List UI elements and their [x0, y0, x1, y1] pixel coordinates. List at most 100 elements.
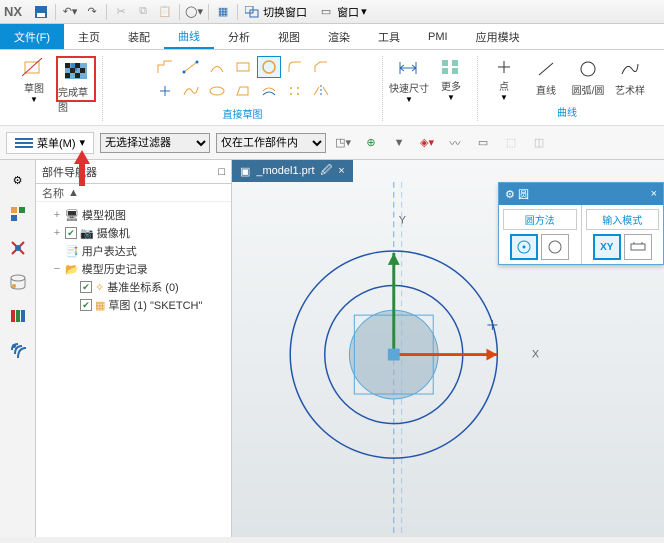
graphics-area[interactable]: ▣ _model1.prt 🖉 × — [232, 160, 664, 537]
finish-sketch-button[interactable]: 完成草图 — [56, 56, 96, 102]
window-label[interactable]: 窗口 — [337, 4, 359, 20]
sel-wire-icon[interactable]: ⬚ — [500, 132, 522, 154]
paste-icon[interactable]: 📋 — [155, 2, 175, 22]
window-icon[interactable]: ▭ — [316, 2, 336, 22]
filter-select[interactable]: 无选择过滤器 — [100, 133, 210, 153]
point-button[interactable]: 点▼ — [484, 56, 524, 102]
tree-model-view[interactable]: +🖥模型视图 — [38, 206, 229, 224]
close-icon[interactable]: × — [338, 165, 344, 177]
tab-view[interactable]: 视图 — [264, 24, 314, 49]
chamfer-icon[interactable] — [309, 56, 333, 78]
sel-filter-icon[interactable]: ▼ — [388, 132, 410, 154]
nav-pin-icon[interactable]: □ — [218, 166, 225, 178]
undo-icon[interactable]: ↶▾ — [60, 2, 80, 22]
tree-history[interactable]: −📂模型历史记录 — [38, 260, 229, 278]
tree-datum[interactable]: ✔✧基准坐标系 (0) — [38, 278, 229, 296]
nav-settings-icon[interactable]: ⚙ — [6, 168, 30, 192]
tree-sketch-item[interactable]: ✔▦草图 (1) "SKETCH" — [38, 296, 229, 314]
circle-method-label: 圆方法 — [503, 209, 577, 230]
sketch-button[interactable]: 草图 ▼ — [14, 56, 54, 102]
tab-file[interactable]: 文件(F) — [0, 24, 64, 49]
close-panel-icon[interactable]: × — [651, 188, 657, 200]
tab-analyze[interactable]: 分析 — [214, 24, 264, 49]
tab-pmi[interactable]: PMI — [414, 24, 462, 49]
menu-button[interactable]: 菜单(M) ▾ — [6, 132, 94, 154]
circle-tool-icon[interactable]: ◯▾ — [184, 2, 204, 22]
mirror-icon[interactable] — [309, 80, 333, 102]
fillet-icon[interactable] — [283, 56, 307, 78]
menu-label: 菜单(M) — [37, 135, 76, 151]
web-icon[interactable] — [6, 338, 30, 362]
nav-title: 部件导航器 — [42, 164, 97, 180]
ribbon-group-curves: 点▼ 直线 圆弧/圆 艺术样 曲线 — [478, 56, 656, 121]
folder-open-icon: 📂 — [65, 263, 79, 276]
grid-icon[interactable]: ▦ — [213, 2, 233, 22]
doc-modified-icon: 🖉 — [321, 162, 333, 181]
document-tab[interactable]: ▣ _model1.prt 🖉 × — [232, 160, 353, 182]
profile-icon[interactable] — [153, 56, 177, 78]
line-icon[interactable] — [179, 56, 203, 78]
main-area: ⚙ 部件导航器 □ 名称 ▲ +🖥模型视图 +✔📷摄像机 📑用户表达式 −📂模型… — [0, 160, 664, 537]
switch-window-label[interactable]: 切换窗口 — [263, 4, 307, 20]
offset-icon[interactable] — [257, 80, 281, 102]
more-button[interactable]: 更多▼ — [431, 56, 471, 102]
center-radius-mode[interactable] — [510, 234, 538, 260]
nav-column-name[interactable]: 名称 ▲ — [36, 184, 231, 202]
param-input-mode[interactable] — [624, 234, 652, 260]
tab-assemble[interactable]: 装配 — [114, 24, 164, 49]
assembly-nav-icon[interactable] — [6, 202, 30, 226]
rect-icon[interactable] — [231, 56, 255, 78]
circle-method-col: 圆方法 — [499, 205, 582, 264]
tab-app-module[interactable]: 应用模块 — [462, 24, 534, 49]
sel-curve-icon[interactable]: 〰 — [444, 132, 466, 154]
reuse-library-icon[interactable] — [6, 304, 30, 328]
ellipse-icon[interactable] — [205, 80, 229, 102]
title-bar: NX ↶▾ ↷ ✂ ⧉ 📋 ◯▾ ▦ 切换窗口 ▭ 窗口 ▾ — [0, 0, 664, 24]
line-button[interactable]: 直线 — [526, 56, 566, 102]
camera-icon: 📷 — [80, 227, 94, 240]
sel-box-icon[interactable]: ◫ — [528, 132, 550, 154]
art-spline-button[interactable]: 艺术样 — [610, 56, 650, 102]
history-icon[interactable] — [6, 270, 30, 294]
more-icon — [438, 58, 464, 76]
finish-sketch-icon — [63, 60, 89, 82]
scope-select[interactable]: 仅在工作部件内 — [216, 133, 326, 153]
tab-home[interactable]: 主页 — [64, 24, 114, 49]
menu-bar: 文件(F) 主页 装配 曲线 分析 视图 渲染 工具 PMI 应用模块 — [0, 24, 664, 50]
sel-mode-icon[interactable]: ◳▾ — [332, 132, 354, 154]
sketch-item-icon: ▦ — [95, 299, 105, 312]
circle-icon[interactable] — [257, 56, 281, 78]
save-icon[interactable] — [31, 2, 51, 22]
tab-curve[interactable]: 曲线 — [164, 24, 214, 49]
polygon-icon[interactable] — [231, 80, 255, 102]
sketch-icon — [21, 58, 47, 78]
menu-lines-icon — [15, 136, 33, 150]
switch-window-icon[interactable] — [242, 2, 262, 22]
point-tool-icon[interactable] — [153, 80, 177, 102]
app-name: NX — [4, 4, 22, 19]
sel-target-icon[interactable]: ◈▾ — [416, 132, 438, 154]
copy-icon[interactable]: ⧉ — [133, 2, 153, 22]
three-point-mode[interactable] — [541, 234, 569, 260]
pattern-icon[interactable] — [283, 80, 307, 102]
constraint-nav-icon[interactable] — [6, 236, 30, 260]
svg-text:Y: Y — [399, 214, 406, 226]
tab-tool[interactable]: 工具 — [364, 24, 414, 49]
xy-input-mode[interactable]: XY — [593, 234, 621, 260]
tab-render[interactable]: 渲染 — [314, 24, 364, 49]
tree-user-expr[interactable]: 📑用户表达式 — [38, 242, 229, 260]
arc-icon[interactable] — [205, 56, 229, 78]
nav-header: 部件导航器 □ — [36, 160, 231, 184]
redo-icon[interactable]: ↷ — [82, 2, 102, 22]
folder-icon: 🖥 — [65, 209, 79, 222]
arc-button[interactable]: 圆弧/圆 — [568, 56, 608, 102]
cut-icon[interactable]: ✂ — [111, 2, 131, 22]
sel-cross-icon[interactable]: ⊕ — [360, 132, 382, 154]
input-mode-label: 输入模式 — [586, 209, 660, 230]
circle-panel-title-bar[interactable]: ⚙ 圆 × — [499, 183, 663, 205]
tree-camera[interactable]: +✔📷摄像机 — [38, 224, 229, 242]
spline-icon[interactable] — [179, 80, 203, 102]
circle-panel: ⚙ 圆 × 圆方法 输入模式 XY — [498, 182, 664, 265]
rapid-dim-button[interactable]: 快速尺寸▼ — [389, 56, 429, 102]
sel-body-icon[interactable]: ▭ — [472, 132, 494, 154]
